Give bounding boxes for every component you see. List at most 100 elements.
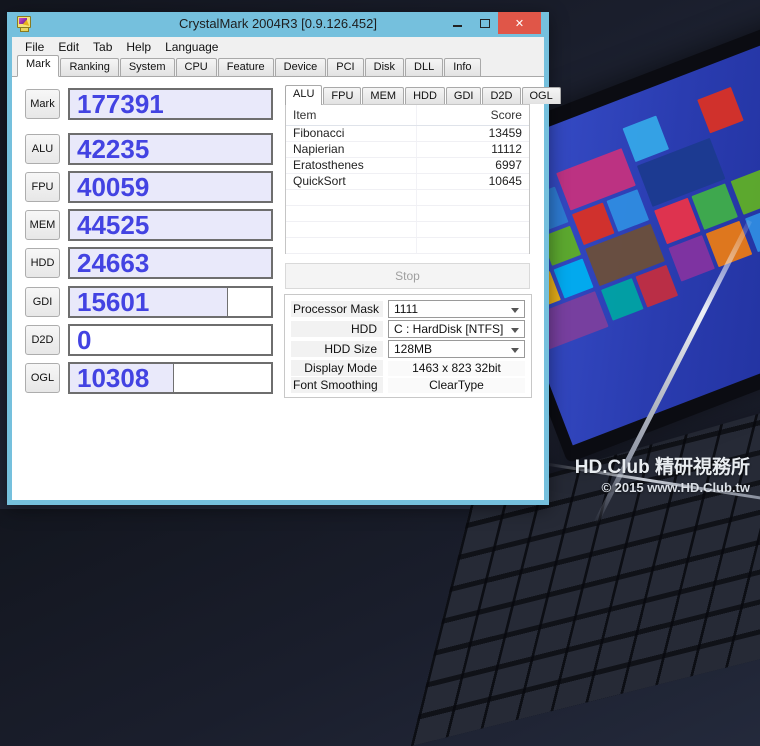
score-box-ogl: 10308 bbox=[68, 362, 273, 394]
score-label-button-ogl[interactable]: OGL bbox=[25, 363, 60, 393]
close-button[interactable]: ✕ bbox=[498, 12, 541, 34]
display-mode-value: 1463 x 823 32bit bbox=[388, 361, 525, 376]
detail-tab-hdd[interactable]: HDD bbox=[405, 87, 445, 104]
score-box-hdd: 24663 bbox=[68, 247, 273, 279]
stop-button[interactable]: Stop bbox=[285, 263, 530, 289]
score-label-button-hdd[interactable]: HDD bbox=[25, 248, 60, 278]
tab-cpu[interactable]: CPU bbox=[176, 58, 217, 76]
score-label-button-alu[interactable]: ALU bbox=[25, 134, 60, 164]
minimize-button[interactable] bbox=[444, 12, 471, 34]
score-label-button-mark[interactable]: Mark bbox=[25, 89, 60, 119]
chevron-down-icon bbox=[511, 348, 519, 353]
menu-item-edit[interactable]: Edit bbox=[51, 38, 86, 56]
settings-group: Processor Mask 1111 HDD C : HardDisk [NTFS]… bbox=[284, 294, 532, 398]
score-label-button-fpu[interactable]: FPU bbox=[25, 172, 60, 202]
title-bar[interactable]: CrystalMark 2004R3 [0.9.126.452] ✕ bbox=[12, 12, 544, 37]
table-row-empty bbox=[286, 206, 529, 222]
result-table: Item Score Fibonacci13459Napierian11112E… bbox=[285, 104, 530, 254]
tab-info[interactable]: Info bbox=[444, 58, 480, 76]
cell-item: Fibonacci bbox=[286, 126, 417, 141]
score-value-mem: 44525 bbox=[77, 211, 149, 239]
cell-item: QuickSort bbox=[286, 174, 417, 189]
setting-row-processor-mask: Processor Mask 1111 bbox=[291, 300, 525, 318]
cell-item bbox=[286, 238, 417, 253]
score-box-gdi: 15601 bbox=[68, 286, 273, 318]
chevron-down-icon bbox=[511, 328, 519, 333]
score-label-button-d2d[interactable]: D2D bbox=[25, 325, 60, 355]
score-value-mark: 177391 bbox=[77, 90, 164, 118]
score-box-d2d: 0 bbox=[68, 324, 273, 356]
tab-ranking[interactable]: Ranking bbox=[60, 58, 118, 76]
font-smoothing-value: ClearType bbox=[388, 378, 525, 393]
table-row: Eratosthenes6997 bbox=[286, 158, 529, 174]
setting-row-font-smoothing: Font Smoothing ClearType bbox=[291, 377, 525, 393]
table-row: Fibonacci13459 bbox=[286, 126, 529, 142]
maximize-button[interactable] bbox=[471, 12, 498, 34]
detail-tab-gdi[interactable]: GDI bbox=[446, 87, 482, 104]
start-tile bbox=[697, 87, 744, 134]
score-value-d2d: 0 bbox=[77, 326, 91, 354]
score-value-gdi: 15601 bbox=[77, 288, 149, 316]
start-tile bbox=[554, 258, 594, 298]
score-label-button-gdi[interactable]: GDI bbox=[25, 287, 60, 317]
main-tab-strip: MarkRankingSystemCPUFeatureDevicePCIDisk… bbox=[12, 57, 544, 77]
score-value-fpu: 40059 bbox=[77, 173, 149, 201]
setting-row-hdd: HDD C : HardDisk [NTFS] bbox=[291, 320, 525, 338]
tab-feature[interactable]: Feature bbox=[218, 58, 274, 76]
setting-label-display-mode: Display Mode bbox=[291, 360, 383, 376]
score-box-alu: 42235 bbox=[68, 133, 273, 165]
menu-item-tab[interactable]: Tab bbox=[86, 38, 119, 56]
cell-item bbox=[286, 190, 417, 205]
cell-score: 10645 bbox=[417, 174, 529, 189]
processor-mask-dropdown[interactable]: 1111 bbox=[388, 300, 525, 318]
table-row: QuickSort10645 bbox=[286, 174, 529, 190]
tab-system[interactable]: System bbox=[120, 58, 175, 76]
cell-score bbox=[417, 238, 529, 253]
table-row-empty bbox=[286, 222, 529, 238]
cell-item bbox=[286, 206, 417, 221]
score-value-ogl: 10308 bbox=[77, 364, 149, 392]
tab-device[interactable]: Device bbox=[275, 58, 327, 76]
column-header-item[interactable]: Item bbox=[286, 105, 417, 125]
detail-tab-ogl[interactable]: OGL bbox=[522, 87, 561, 104]
setting-row-display-mode: Display Mode 1463 x 823 32bit bbox=[291, 360, 525, 376]
cell-item: Napierian bbox=[286, 142, 417, 157]
menu-bar: FileEditTabHelpLanguage bbox=[12, 37, 544, 57]
detail-tab-d2d[interactable]: D2D bbox=[482, 87, 520, 104]
score-value-hdd: 24663 bbox=[77, 249, 149, 277]
tab-disk[interactable]: Disk bbox=[365, 58, 404, 76]
watermark: HD.Club 精研視務所 © 2015 www.HD.Club.tw bbox=[575, 456, 750, 496]
detail-tab-fpu[interactable]: FPU bbox=[323, 87, 361, 104]
table-row-empty bbox=[286, 238, 529, 254]
hdd-size-dropdown[interactable]: 128MB bbox=[388, 340, 525, 358]
menu-item-file[interactable]: File bbox=[18, 38, 51, 56]
setting-row-hdd-size: HDD Size128MB bbox=[291, 340, 525, 358]
cell-score: 6997 bbox=[417, 158, 529, 173]
detail-tab-strip: ALUFPUMEMHDDGDID2DOGL bbox=[285, 86, 562, 104]
menu-item-language[interactable]: Language bbox=[158, 38, 225, 56]
setting-label-hdd: HDD bbox=[291, 321, 383, 337]
menu-item-help[interactable]: Help bbox=[119, 38, 158, 56]
score-box-fpu: 40059 bbox=[68, 171, 273, 203]
score-box-mark: 177391 bbox=[68, 88, 273, 120]
start-tile bbox=[731, 168, 760, 215]
watermark-copyright: © 2015 www.HD.Club.tw bbox=[575, 480, 750, 496]
score-value-alu: 42235 bbox=[77, 135, 149, 163]
cell-score: 13459 bbox=[417, 126, 529, 141]
start-tile bbox=[668, 235, 715, 282]
table-row-empty bbox=[286, 190, 529, 206]
setting-label-font-smoothing: Font Smoothing bbox=[291, 377, 383, 393]
mark-tab-page: Mark 177391 ALU 42235 FPU 40059 MEM 44525 HDD 246… bbox=[12, 77, 544, 500]
column-header-score[interactable]: Score bbox=[417, 105, 529, 125]
start-tile bbox=[636, 265, 679, 308]
tab-dll[interactable]: DLL bbox=[405, 58, 443, 76]
setting-label-processor-mask: Processor Mask bbox=[291, 301, 383, 317]
table-header: Item Score bbox=[286, 105, 529, 126]
hdd-dropdown[interactable]: C : HardDisk [NTFS] bbox=[388, 320, 525, 338]
detail-tab-alu[interactable]: ALU bbox=[285, 85, 322, 105]
table-row: Napierian11112 bbox=[286, 142, 529, 158]
detail-tab-mem[interactable]: MEM bbox=[362, 87, 404, 104]
tab-mark[interactable]: Mark bbox=[17, 55, 59, 77]
score-label-button-mem[interactable]: MEM bbox=[25, 210, 60, 240]
tab-pci[interactable]: PCI bbox=[327, 58, 363, 76]
